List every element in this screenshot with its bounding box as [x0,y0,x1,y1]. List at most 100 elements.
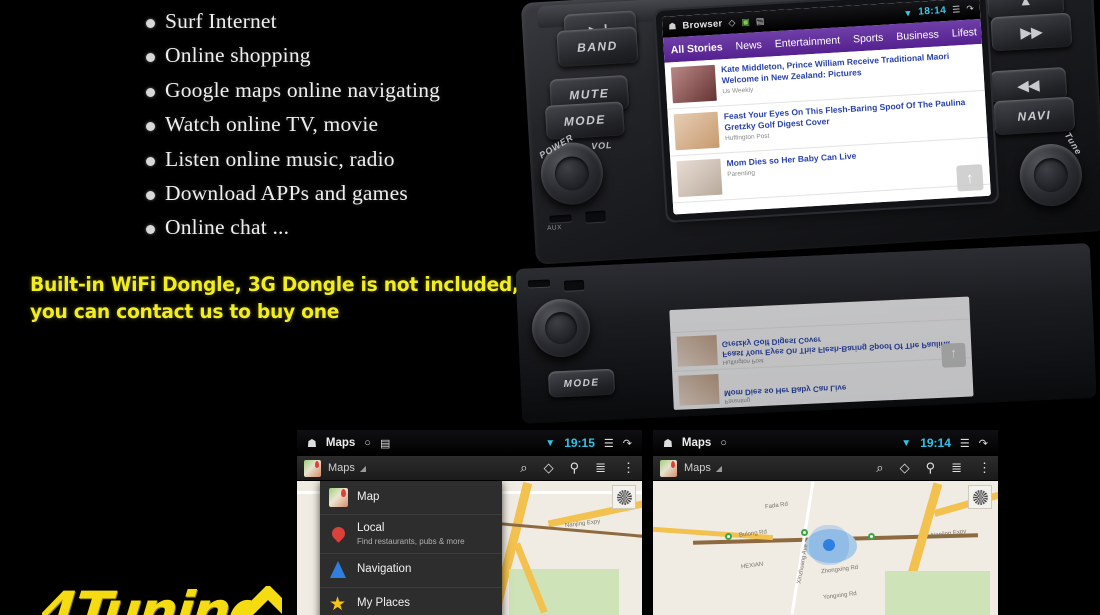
vol-label: VOL [591,140,613,152]
brand-logo: 4Tuning [42,586,282,615]
maps-screenshot-left[interactable]: ☗ Maps ○ ▤ ▼ 19:15 ☰ ↷ Maps ◢ ⌕ ◇ ⚲ ≣ ⋮ [297,430,642,615]
aux-port [549,214,572,223]
list-item: Surf Internet [146,8,546,35]
search-icon[interactable]: ⌕ [876,460,883,476]
tab-entertainment[interactable]: Entertainment [774,34,840,50]
browser-screen[interactable]: ☗ Browser ◇ ▣ ▤ ▼ 18:14 ☰ ↷ All Stories … [661,0,991,215]
map-canvas[interactable]: Bulong Rd Nanjing Expy Fada Rd HEXIAN Zh… [653,481,998,615]
aux-label: AUX [546,224,563,233]
wifi-icon: ▼ [901,437,912,449]
app-label[interactable]: Maps [328,462,355,474]
maps-screenshot-right[interactable]: ☗ Maps ○ ▼ 19:14 ☰ ↷ Maps ◢ ⌕ ◇ ⚲ ≣ ⋮ Bu… [653,430,998,615]
circle-icon[interactable]: ○ [720,437,727,449]
bullet-icon [146,190,155,200]
navi-button[interactable]: NAVI [993,96,1076,136]
back-icon[interactable]: ↷ [966,3,974,14]
article-body: Parenting Mom Dies so Her Baby Can Live [723,368,847,404]
reflection-usb-port [563,279,585,291]
home-icon[interactable]: ☗ [663,437,673,450]
home-icon[interactable]: ☗ [668,21,677,32]
navigation-icon [329,560,348,580]
article-thumbnail [670,64,717,104]
clock: 19:14 [920,436,951,450]
head-unit-reflection: MODE Parenting Mom Dies so Her Baby Can … [515,242,1097,424]
sdcard-icon[interactable]: ▣ [741,17,750,28]
app-label[interactable]: Maps [684,462,711,474]
tab-business[interactable]: Business [896,28,939,43]
list-item: Listen online music, radio [146,146,546,173]
maps-dropdown-menu[interactable]: Map Local Find restaurants, pubs & more … [320,481,502,615]
article-list[interactable]: Kate Middleton, Prince William Receive T… [664,43,991,215]
feature-label: Online shopping [165,43,311,68]
current-location-dot [823,539,835,551]
feature-label: Watch online TV, movie [165,112,379,137]
menu-item-label: Navigation [357,563,412,576]
article-body: Mom Dies so Her Baby Can Live Parenting [726,143,984,194]
mode-button[interactable]: MODE [544,101,625,140]
car-head-unit: ▶❘ BAND MUTE MODE POWER VOL AUX ▲ ▶▶ ◀◀ … [520,0,1100,265]
image-icon[interactable]: ▤ [756,16,765,27]
compass-button[interactable] [968,485,992,509]
maps-app-icon [660,459,677,477]
bullet-icon [146,19,155,28]
recent-apps-icon[interactable]: ☰ [604,437,614,450]
tab-news[interactable]: News [735,38,762,52]
search-icon[interactable]: ⌕ [520,460,527,476]
screen-title: Maps [681,437,712,449]
pin-icon [329,524,348,544]
scroll-to-top-button[interactable]: ↑ [956,164,984,192]
maps-action-bar[interactable]: Maps ◢ ⌕ ◇ ⚲ ≣ ⋮ [297,456,642,481]
scroll-to-top-button: ↓ [941,342,967,368]
recent-apps-icon[interactable]: ☰ [960,437,970,450]
menu-item-map[interactable]: Map [320,481,502,515]
places-icon[interactable]: ⚲ [926,460,936,476]
overflow-icon[interactable]: ⋮ [978,460,991,476]
diamond-icon[interactable]: ◇ [728,18,736,29]
map-canvas[interactable]: Nanjing Expy Map Local Find restaurants,… [297,481,642,615]
menu-item-local[interactable]: Local Find restaurants, pubs & more [320,515,502,554]
layers-icon[interactable]: ≣ [951,460,962,476]
list-item: Online shopping [146,42,546,69]
home-icon[interactable]: ☗ [307,437,317,450]
tab-lifestyle[interactable]: Lifest [951,26,977,39]
menu-item-my-places[interactable]: ★ My Places [320,588,502,615]
maps-action-bar[interactable]: Maps ◢ ⌕ ◇ ⚲ ≣ ⋮ [653,456,998,481]
image-icon[interactable]: ▤ [380,437,390,450]
fast-forward-button[interactable]: ▶▶ [990,12,1073,52]
map-road-label: Zhongxing Rd [820,564,859,576]
note-line-1: Built-in WiFi Dongle, 3G Dongle is not i… [30,273,519,296]
tab-sports[interactable]: Sports [853,31,884,45]
compass-icon [972,489,988,505]
directions-icon[interactable]: ◇ [900,460,910,476]
tab-all-stories[interactable]: All Stories [670,41,723,56]
screen-title: Maps [325,437,356,449]
places-icon[interactable]: ⚲ [570,460,580,476]
article-thumbnail [676,334,718,367]
list-item: Online chat ... [146,214,546,241]
layers-icon[interactable]: ≣ [595,460,606,476]
reflection-mode-button: MODE [547,368,616,398]
circle-icon[interactable]: ○ [364,437,371,449]
back-icon[interactable]: ↷ [623,437,632,450]
recent-apps-icon[interactable]: ☰ [952,4,961,15]
map-icon [329,488,348,507]
menu-item-navigation[interactable]: Navigation [320,554,502,588]
chevron-down-icon[interactable]: ◢ [716,464,722,473]
feature-label: Online chat ... [165,215,290,240]
feature-label: Surf Internet [165,9,277,33]
bullet-icon [146,225,155,235]
directions-icon[interactable]: ◇ [544,460,554,476]
list-item: Watch online TV, movie [146,111,546,138]
menu-item-label: My Places [357,597,411,610]
chevron-down-icon[interactable]: ◢ [360,464,366,473]
menu-item-text: My Places [357,597,410,611]
map-node [868,533,875,540]
feature-label: Download APPs and games [165,180,408,205]
back-icon[interactable]: ↷ [979,437,988,450]
band-button[interactable]: BAND [556,26,639,68]
feature-list: Surf Internet Online shopping Google map… [146,8,546,249]
overflow-icon[interactable]: ⋮ [622,460,635,476]
usb-port [585,210,606,223]
compass-button[interactable] [612,485,636,509]
menu-item-label: Local [357,522,385,534]
